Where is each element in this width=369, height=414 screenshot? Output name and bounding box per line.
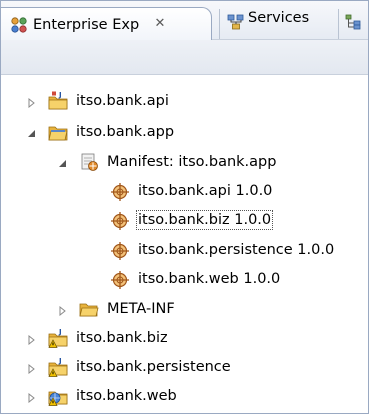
bundle-icon bbox=[110, 210, 130, 230]
services-icon bbox=[226, 12, 246, 36]
tab-outline[interactable] bbox=[338, 9, 369, 39]
bundle-icon bbox=[110, 240, 130, 260]
tree-item-label: itso.bank.persistence 1.0.0 bbox=[138, 242, 335, 258]
view-tab-bar: Enterprise Exp ✕ Services bbox=[1, 1, 368, 40]
tree-item-label: META-INF bbox=[107, 301, 175, 317]
expand-triangle-icon[interactable] bbox=[27, 333, 37, 346]
expand-triangle-icon[interactable] bbox=[27, 362, 37, 375]
web-project-icon bbox=[48, 386, 68, 406]
enterprise-explorer-view: Enterprise Exp ✕ Services J itso.bank.ap… bbox=[0, 0, 369, 414]
tab-services-label: Services bbox=[248, 10, 310, 26]
bundle-icon bbox=[110, 181, 130, 201]
tree-item-label: itso.bank.biz 1.0.0 bbox=[135, 210, 274, 230]
expand-triangle-icon[interactable] bbox=[58, 304, 68, 317]
bundle-icon bbox=[110, 269, 130, 289]
tab-services[interactable]: Services bbox=[219, 9, 338, 39]
collapse-triangle-icon[interactable] bbox=[27, 127, 37, 137]
java-project-warning-icon: J bbox=[48, 357, 68, 377]
tree-item-label: Manifest: itso.bank.app bbox=[107, 154, 277, 170]
svg-text:J: J bbox=[58, 328, 62, 336]
tree-item-label: itso.bank.web 1.0.0 bbox=[138, 271, 281, 287]
tree-item-label: itso.bank.biz bbox=[76, 330, 168, 346]
enterprise-explorer-icon bbox=[10, 16, 28, 38]
folder-icon bbox=[79, 299, 99, 319]
close-icon[interactable]: ✕ bbox=[153, 17, 167, 31]
collapse-triangle-icon[interactable] bbox=[58, 157, 68, 167]
java-project-icon bbox=[48, 122, 68, 142]
expand-triangle-icon[interactable] bbox=[27, 391, 37, 404]
java-project-warning-icon: J bbox=[48, 328, 68, 348]
view-toolbar bbox=[1, 40, 368, 75]
tree-item-label: itso.bank.api 1.0.0 bbox=[138, 183, 273, 199]
outline-icon bbox=[344, 12, 364, 36]
tree-item-label: itso.bank.api bbox=[76, 93, 169, 109]
svg-text:J: J bbox=[58, 357, 62, 365]
tree-item-label: itso.bank.web bbox=[76, 388, 177, 404]
tree-item-label: itso.bank.persistence bbox=[76, 359, 231, 375]
manifest-icon bbox=[79, 152, 99, 172]
java-project-icon: J bbox=[48, 91, 68, 111]
tree-item-label: itso.bank.app bbox=[76, 124, 175, 140]
tab-enterprise-explorer[interactable]: Enterprise Exp ✕ bbox=[1, 7, 212, 40]
tab-enterprise-explorer-label: Enterprise Exp bbox=[33, 17, 140, 33]
svg-text:J: J bbox=[58, 91, 62, 99]
expand-triangle-icon[interactable] bbox=[27, 96, 37, 109]
